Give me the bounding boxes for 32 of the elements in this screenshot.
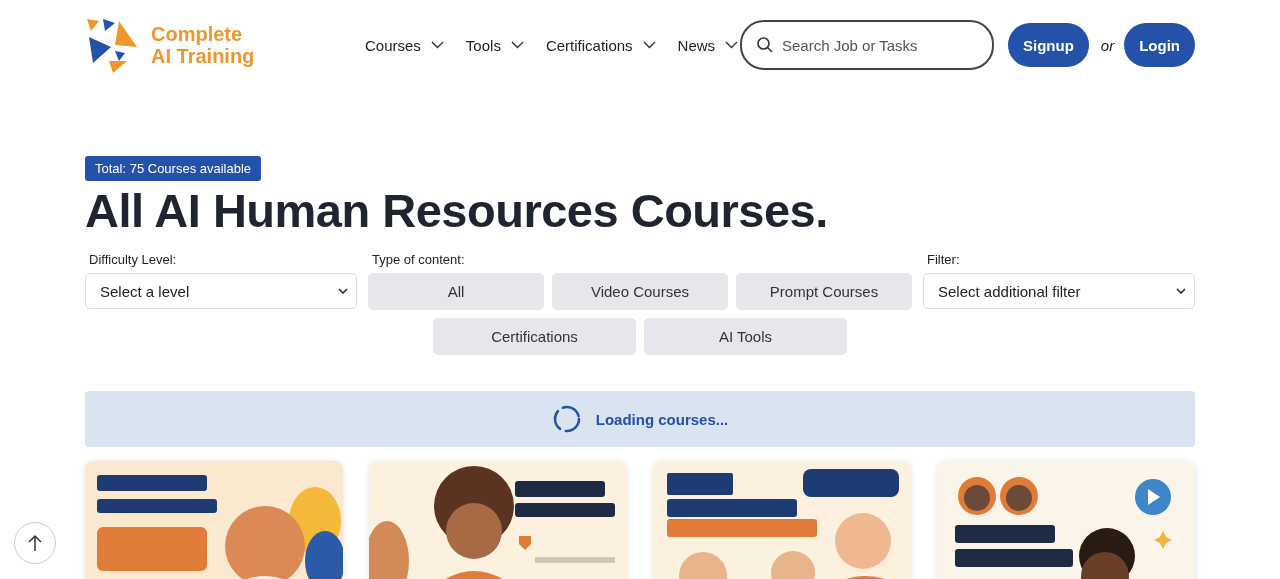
- signup-button[interactable]: Signup: [1008, 23, 1089, 67]
- search-icon: [756, 36, 774, 54]
- nav-menu[interactable]: News: [677, 36, 739, 54]
- field-label: Difficulty Level:: [88, 252, 178, 267]
- content-type-button[interactable]: AI Tools: [644, 318, 847, 355]
- nav-menu[interactable]: Certifications: [545, 36, 656, 54]
- field-label: Filter:: [926, 252, 961, 267]
- arrow-up-icon: [28, 534, 42, 552]
- login-button[interactable]: Login: [1124, 23, 1195, 67]
- chevron-down-icon: [642, 41, 656, 49]
- nav-menu[interactable]: Tools: [465, 36, 524, 54]
- chevron-down-icon: [430, 41, 444, 49]
- separator-text: or: [1100, 36, 1115, 54]
- chevron-down-icon: [1176, 288, 1186, 294]
- chevron-down-icon: [338, 288, 348, 294]
- content-type-button[interactable]: Prompt Courses: [736, 273, 912, 310]
- difficulty-select[interactable]: Select a level: [85, 273, 357, 309]
- chevron-down-icon: [725, 41, 739, 49]
- spinner-icon: [551, 404, 582, 434]
- content-type-button[interactable]: Video Courses: [552, 273, 728, 310]
- chevron-down-icon: [510, 41, 524, 49]
- page-title: All AI Human Resources Courses.: [85, 183, 829, 238]
- search-field[interactable]: Search Job or Tasks: [740, 20, 994, 70]
- content-type-button[interactable]: All: [368, 273, 544, 310]
- field-label: Type of content:: [371, 252, 466, 267]
- content-type-button[interactable]: Certifications: [433, 318, 636, 355]
- logo-icon: [85, 17, 139, 73]
- nav-menu[interactable]: Courses: [365, 36, 444, 54]
- course-count-badge: Total: 75 Courses available: [85, 156, 262, 181]
- loading-text: Loading courses...: [595, 410, 729, 428]
- filter-select[interactable]: Select additional filter: [923, 273, 1195, 309]
- scroll-top-button[interactable]: [14, 522, 56, 564]
